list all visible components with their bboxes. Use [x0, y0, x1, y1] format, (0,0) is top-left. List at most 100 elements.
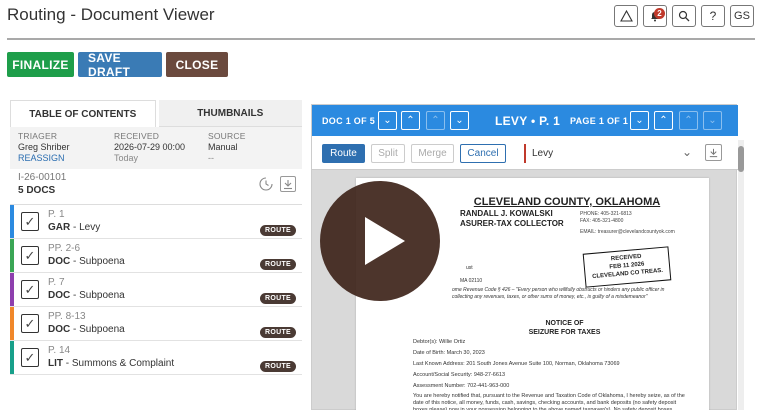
doc-pages: P. 1 [48, 209, 65, 220]
chevron-down-icon[interactable]: ⌄ [682, 145, 692, 159]
doc-code: DOC [48, 324, 71, 335]
chevron-up-icon: ⌃ [659, 115, 668, 126]
finalize-button[interactable]: FINALIZE [7, 52, 74, 77]
header-divider [7, 38, 755, 40]
toc-panel: TABLE OF CONTENTS THUMBNAILS TRIAGER Gre… [10, 100, 302, 410]
doc-notice-heading: NOTICE OF SEIZURE FOR TAXES [452, 319, 677, 337]
header-toolbar: 2 ? GS [614, 5, 754, 27]
viewer-toolbar: Route Split Merge Cancel Levy ⌄ [312, 136, 738, 170]
triager-value: Greg Shriber [18, 142, 70, 152]
document-row[interactable]: ✓ P. 14 LIT - Summons & Complaint ROUTE [10, 341, 302, 375]
doc-color-stripe [10, 307, 14, 340]
viewer-navbar: DOC 1 OF 5 ⌄ ⌃ ⌃ ⌄ LEVY • P. 1 PAGE 1 OF… [312, 105, 738, 136]
doc-debtor: Debtor(s): Willie Ortiz [413, 339, 466, 345]
tab-thumbnails[interactable]: THUMBNAILS [158, 100, 302, 127]
document-row[interactable]: ✓ P. 7 DOC - Subpoena ROUTE [10, 273, 302, 307]
doc-type: GAR - Levy [48, 222, 100, 233]
split-button[interactable]: Split [371, 144, 405, 163]
batch-meta: TRIAGER Greg Shriber REASSIGN RECEIVED 2… [10, 127, 302, 169]
route-button[interactable]: Route [322, 144, 365, 163]
route-badge[interactable]: ROUTE [260, 225, 296, 236]
cancel-button[interactable]: Cancel [460, 144, 506, 163]
chevron-up-icon: ⌃ [406, 115, 415, 126]
doc-official-role: ASURER-TAX COLLECTOR [460, 219, 564, 228]
doc-phone: PHONE: 405-321-6813 [580, 211, 632, 217]
checkbox-icon[interactable]: ✓ [21, 246, 39, 265]
received-sub: Today [114, 153, 139, 163]
video-play-button[interactable] [320, 181, 440, 301]
received-label: RECEIVED [114, 131, 160, 141]
doc-ssn: Account/Social Security: 948-27-6613 [413, 372, 506, 378]
tab-table-of-contents[interactable]: TABLE OF CONTENTS [10, 100, 156, 127]
scrollbar-thumb[interactable] [738, 146, 744, 172]
doc-fax: FAX: 405-321-4800 [580, 218, 624, 224]
document-row[interactable]: ✓ P. 1 GAR - Levy ROUTE [10, 205, 302, 239]
checkbox-icon[interactable]: ✓ [21, 348, 39, 367]
doc-pages: PP. 8-13 [48, 311, 86, 322]
reassign-link[interactable]: REASSIGN [18, 153, 70, 163]
merge-button[interactable]: Merge [411, 144, 454, 163]
triager-col: TRIAGER Greg Shriber REASSIGN [18, 131, 70, 163]
chevron-top-icon: ⌃ [431, 115, 440, 126]
doc-counter: DOC 1 OF 5 [322, 115, 376, 126]
save-draft-button[interactable]: SAVE DRAFT [78, 51, 162, 79]
checkbox-icon[interactable]: ✓ [21, 280, 39, 299]
next-doc-button[interactable]: ⌄ [378, 111, 397, 130]
chevron-down-icon: ⌄ [383, 115, 392, 126]
prev-page-button[interactable]: ⌃ [654, 111, 673, 130]
received-value: 2026-07-29 00:00 [114, 142, 186, 152]
history-button[interactable] [258, 176, 274, 192]
source-sub: -- [208, 153, 214, 163]
checkbox-icon[interactable]: ✓ [21, 212, 39, 231]
doc-name: - Summons & Complaint [63, 358, 175, 369]
doc-code-quote: ome Revenue Code § 426 – "Every person w… [452, 287, 665, 300]
doc-color-stripe [10, 341, 14, 374]
route-badge[interactable]: ROUTE [260, 293, 296, 304]
triager-label: TRIAGER [18, 131, 58, 141]
prev-doc-button[interactable]: ⌃ [401, 111, 420, 130]
doc-contact: PHONE: 405-321-6813 FAX: 405-321-4800 EM… [580, 211, 675, 236]
doc-name: - Subpoena [70, 290, 125, 301]
notifications-button[interactable]: 2 [643, 5, 667, 27]
close-button[interactable]: CLOSE [166, 52, 228, 77]
route-badge[interactable]: ROUTE [260, 361, 296, 372]
doc-color-stripe [10, 239, 14, 272]
route-badge[interactable]: ROUTE [260, 327, 296, 338]
route-select[interactable]: Levy [524, 144, 553, 163]
user-initials: GS [734, 10, 750, 22]
doc-dob: Date of Birth: March 30, 2023 [413, 350, 485, 356]
doc-color-stripe [10, 273, 14, 306]
download-button[interactable] [705, 144, 722, 161]
last-doc-button[interactable]: ⌄ [450, 111, 469, 130]
document-row[interactable]: ✓ PP. 2-6 DOC - Subpoena ROUTE [10, 239, 302, 273]
search-button[interactable] [672, 5, 696, 27]
doc-type: DOC - Subpoena [48, 290, 125, 301]
notice-line-2: SEIZURE FOR TAXES [528, 329, 601, 336]
document-row[interactable]: ✓ PP. 8-13 DOC - Subpoena ROUTE [10, 307, 302, 341]
first-doc-button[interactable]: ⌃ [426, 111, 445, 130]
doc-code: DOC [48, 290, 71, 301]
doc-pages: P. 14 [48, 345, 71, 356]
warning-button[interactable] [614, 5, 638, 27]
help-button[interactable]: ? [701, 5, 725, 27]
doc-name: - Subpoena [70, 324, 125, 335]
doc-official-name: RANDALL J. KOWALSKI [460, 209, 553, 218]
next-page-button[interactable]: ⌄ [630, 111, 649, 130]
user-avatar[interactable]: GS [730, 5, 754, 27]
last-page-button[interactable]: ⌄ [703, 111, 722, 130]
route-badge[interactable]: ROUTE [260, 259, 296, 270]
first-page-button[interactable]: ⌃ [679, 111, 698, 130]
viewer-scrollbar[interactable] [738, 140, 744, 410]
checkbox-icon[interactable]: ✓ [21, 314, 39, 333]
source-value: Manual [208, 142, 238, 152]
doc-paragraph-1: You are hereby notified that, pursuant t… [413, 393, 685, 410]
play-icon [365, 217, 405, 265]
page-title: Routing - Document Viewer [7, 5, 215, 24]
download-button[interactable] [280, 176, 296, 192]
doc-addr-line: ust [466, 265, 473, 271]
received-stamp: RECEIVED FEB 11 2026 CLEVELAND CO TREAS. [582, 246, 672, 288]
chevron-bottom-icon: ⌄ [708, 115, 717, 126]
chevron-down-icon: ⌄ [635, 115, 644, 126]
chevron-top-icon: ⌃ [684, 115, 693, 126]
doc-type: DOC - Subpoena [48, 324, 125, 335]
